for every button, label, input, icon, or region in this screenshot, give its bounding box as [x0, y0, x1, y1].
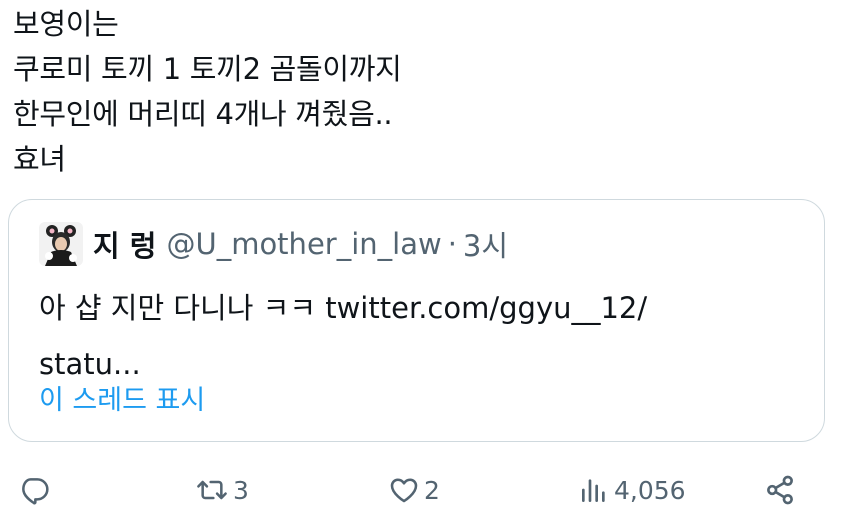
heart-icon [390, 478, 418, 503]
quoted-tweet-header: 지 렁 @U_mother_in_law · 3시 [39, 222, 508, 266]
quoted-display-name[interactable]: 지 렁 [93, 223, 156, 265]
tweet-line: 쿠로미 토끼 1 토끼2 곰돌이까지 [13, 52, 402, 86]
quoted-timestamp[interactable]: 3시 [463, 223, 508, 265]
avatar-image [39, 222, 83, 266]
tweet-line: 한무인에 머리띠 4개나 껴줬음.. [13, 97, 393, 131]
tweet-text: 보영이는 쿠로미 토끼 1 토끼2 곰돌이까지 한무인에 머리띠 4개나 껴줬음… [13, 2, 402, 182]
reply-icon [22, 478, 49, 505]
quoted-tweet-body: 아 샵 지만 다니나 ㅋㅋ twitter.com/ggyu__12/ stat… [39, 280, 759, 392]
like-button[interactable]: 2 [388, 464, 440, 516]
reply-button[interactable] [18, 464, 50, 516]
views-chart-icon [582, 479, 605, 502]
share-button[interactable] [763, 464, 797, 516]
share-icon [767, 475, 793, 505]
quoted-handle[interactable]: @U_mother_in_law [166, 227, 441, 261]
quoted-text-line: 아 샵 지만 다니나 ㅋㅋ twitter.com/ggyu__12/ [39, 291, 648, 325]
tweet-action-bar: 3 2 4,056 [0, 464, 850, 516]
separator-dot: · [447, 227, 457, 261]
like-count: 2 [424, 475, 440, 505]
show-thread-link[interactable]: 이 스레드 표시 [39, 378, 205, 417]
retweet-icon [197, 480, 227, 500]
views-button[interactable]: 4,056 [578, 464, 686, 516]
tweet-line: 보영이는 [13, 7, 119, 41]
tweet-line: 효녀 [13, 142, 66, 176]
retweet-button[interactable]: 3 [195, 464, 249, 516]
views-count: 4,056 [614, 475, 686, 505]
avatar[interactable] [39, 222, 83, 266]
retweet-count: 3 [233, 475, 249, 505]
quoted-tweet-card[interactable]: 지 렁 @U_mother_in_law · 3시 아 샵 지만 다니나 ㅋㅋ … [8, 199, 825, 442]
